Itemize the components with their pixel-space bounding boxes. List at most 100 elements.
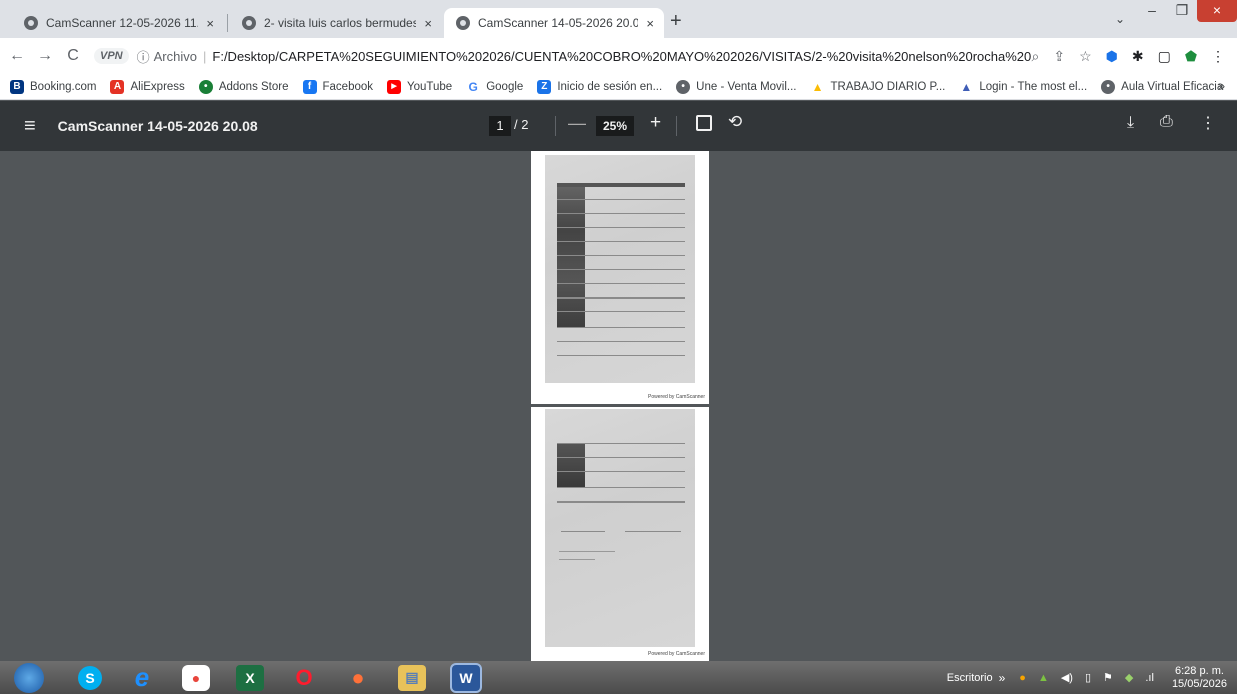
window-controls: – ❐ × — [1137, 0, 1237, 22]
signal-icon[interactable]: .ıl — [1145, 672, 1154, 684]
tab-divider — [227, 14, 228, 32]
desktop-toolbar-label[interactable]: Escritorio — [947, 672, 993, 684]
skype-icon[interactable]: S — [78, 665, 102, 690]
fit-page-icon[interactable] — [696, 115, 712, 131]
print-icon[interactable]: ⎙ — [1160, 113, 1173, 131]
bookmark-label: Login - The most el... — [979, 80, 1088, 93]
file-explorer-icon[interactable]: ▤ — [398, 664, 426, 691]
scan-table-line — [557, 183, 685, 187]
tray-more-button[interactable]: » — [999, 671, 1006, 685]
clock[interactable]: 6:28 p. m. 15/05/2026 — [1172, 665, 1227, 691]
bookmark-label: Aula Virtual Eficacia — [1121, 80, 1224, 93]
more-bookmarks-button[interactable]: » — [1218, 79, 1225, 93]
bookmark-addons-store[interactable]: • Addons Store — [198, 79, 289, 94]
scan-table-line — [557, 471, 685, 472]
bookmark-une-venta[interactable]: • Une - Venta Movil... — [676, 79, 797, 94]
bookmark-label: AliExpress — [130, 80, 185, 93]
excel-icon[interactable]: X — [236, 664, 264, 691]
url-text[interactable]: F:/Desktop/CARPETA%20SEGUIMIENTO%202026/… — [212, 49, 1031, 64]
bookmark-login[interactable]: ▲ Login - The most el... — [959, 79, 1088, 94]
login-site-icon: ▲ — [959, 79, 974, 94]
bookmark-inicio-sesion[interactable]: Z Inicio de sesión en... — [537, 79, 662, 94]
opera-icon[interactable]: O — [290, 665, 318, 691]
zoom-out-button[interactable]: — — [568, 113, 586, 134]
rotate-icon[interactable]: ⟲ — [728, 112, 742, 132]
bookmark-google[interactable]: G Google — [466, 79, 523, 94]
scan-dark-column — [557, 443, 585, 487]
window-close-button[interactable]: × — [1197, 0, 1237, 22]
tab-title: CamScanner 14-05-2026 20.08 — [478, 16, 639, 30]
tab-search-dropdown-icon[interactable]: ⌄ — [1115, 12, 1125, 26]
page-number-input[interactable]: 1 — [489, 116, 511, 136]
browser-app-icon[interactable]: ● — [182, 664, 210, 691]
reload-button[interactable]: C — [62, 47, 84, 65]
page-total: / 2 — [514, 117, 529, 132]
scheme-label: Archivo — [153, 48, 197, 64]
bookmark-star-icon[interactable]: ☆ — [1079, 48, 1092, 65]
zoho-icon: Z — [537, 79, 552, 94]
close-tab-icon[interactable]: × — [206, 16, 214, 31]
addons-store-icon: • — [198, 79, 213, 94]
toolbar-divider — [555, 116, 556, 136]
word-icon[interactable]: W — [450, 662, 482, 693]
firefox-icon[interactable]: ● — [344, 665, 372, 691]
shield-extension-icon[interactable]: ⬢ — [1106, 48, 1118, 65]
zoom-input[interactable]: 25% — [596, 116, 634, 136]
adblock-icon[interactable]: ⬟ — [1185, 48, 1197, 65]
scan-table-line — [557, 487, 685, 488]
restore-button[interactable]: ❐ — [1167, 0, 1197, 22]
bookmark-facebook[interactable]: f Facebook — [302, 79, 373, 94]
back-button[interactable]: ← — [6, 47, 28, 65]
tray-app-icon[interactable]: ● — [1019, 672, 1026, 684]
action-center-flag-icon[interactable]: ⚑ — [1103, 671, 1113, 684]
bookmark-label: YouTube — [407, 80, 453, 93]
close-tab-icon[interactable]: × — [424, 16, 432, 31]
tab-strip: CamScanner 12-05-2026 11.15 × 2- visita … — [0, 0, 1237, 38]
google-icon: G — [466, 79, 481, 94]
scanned-document-image — [545, 155, 695, 383]
bookmark-aula-virtual[interactable]: • Aula Virtual Eficacia — [1101, 79, 1224, 94]
bookmark-aliexpress[interactable]: A AliExpress — [110, 79, 185, 94]
bookmark-trabajo-diario[interactable]: ▲ TRABAJO DIARIO P... — [810, 79, 946, 94]
more-actions-icon[interactable]: ⋮ — [1200, 113, 1216, 133]
pdf-title: CamScanner 14-05-2026 20.08 — [57, 118, 258, 134]
google-drive-icon: ▲ — [810, 79, 825, 94]
menu-icon[interactable]: ≡ — [24, 115, 36, 138]
bookmark-label: Booking.com — [30, 80, 97, 93]
camscanner-watermark: Powered by CamScanner — [648, 651, 705, 657]
share-icon[interactable]: ⇪ — [1053, 48, 1065, 65]
tray-security-icon[interactable]: ◆ — [1125, 671, 1133, 684]
close-tab-icon[interactable]: × — [646, 16, 654, 31]
scan-table-line — [557, 255, 685, 256]
tray-network-icon[interactable]: ▲ — [1038, 672, 1049, 684]
zoom-in-button[interactable]: + — [650, 112, 661, 134]
signature-line — [561, 531, 605, 532]
start-button[interactable] — [14, 662, 44, 693]
bookmark-booking[interactable]: B Booking.com — [10, 79, 97, 94]
zoom-icon[interactable]: ⌕ — [1031, 48, 1039, 65]
aliexpress-icon: A — [110, 79, 125, 94]
tab-visita-luis-carlos[interactable]: 2- visita luis carlos bermudes 29 × — [230, 8, 442, 38]
taskbar: S e ● X O ● ▤ W Escritorio » ● ▲ ◀) ▯ ⚑ … — [0, 661, 1237, 694]
tab-camscanner-14-05[interactable]: CamScanner 14-05-2026 20.08 × — [444, 8, 664, 38]
bookmark-label: TRABAJO DIARIO P... — [830, 80, 946, 93]
new-tab-button[interactable]: + — [670, 10, 682, 33]
tab-camscanner-12-05[interactable]: CamScanner 12-05-2026 11.15 × — [12, 8, 224, 38]
forward-button[interactable]: → — [34, 47, 56, 65]
pdf-viewer[interactable]: Powered by CamScanner Powered by CamScan… — [0, 151, 1237, 661]
system-tray: Escritorio » ● ▲ ◀) ▯ ⚑ ◆ .ıl 6:28 p. m.… — [947, 661, 1237, 694]
sidebar-icon[interactable]: ▢ — [1158, 48, 1171, 65]
bookmark-youtube[interactable]: ▶ YouTube — [387, 79, 453, 94]
scan-text-line — [559, 559, 595, 560]
tray-device-icon[interactable]: ▯ — [1085, 671, 1091, 684]
extensions-puzzle-icon[interactable]: ✱ — [1132, 48, 1144, 65]
download-icon[interactable]: ⤓ — [1127, 114, 1134, 132]
info-icon[interactable]: ⓘ — [137, 47, 150, 66]
minimize-button[interactable]: – — [1137, 0, 1167, 22]
browser-menu-icon[interactable]: ⋮ — [1211, 48, 1225, 65]
pdf-page-2: Powered by CamScanner — [531, 407, 709, 661]
volume-icon[interactable]: ◀) — [1061, 671, 1073, 684]
vpn-badge[interactable]: VPN — [94, 48, 129, 64]
address-field[interactable]: VPN ⓘ Archivo | F:/Desktop/CARPETA%20SEG… — [94, 42, 1031, 70]
internet-explorer-icon[interactable]: e — [128, 662, 156, 692]
